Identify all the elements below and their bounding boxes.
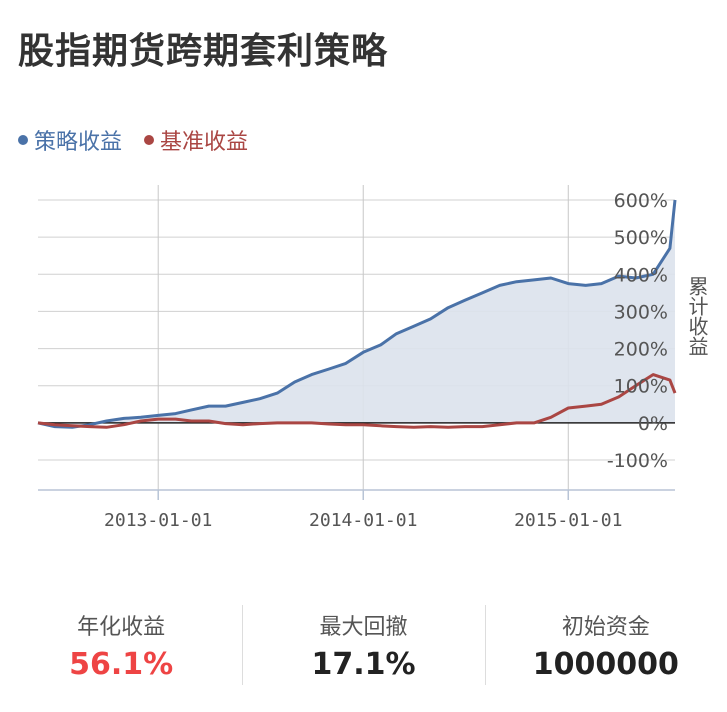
stat-max-drawdown: 最大回撤 17.1%: [242, 605, 484, 685]
stat-value: 56.1%: [69, 647, 174, 682]
x-tick-label: 2013-01-01: [104, 510, 212, 531]
chart-area: 600% 500% 400% 300% 200% 100% 0% -100% 累计收益 2013-…: [37, 185, 709, 531]
x-tick-label: 2014-01-01: [309, 510, 417, 531]
y-tick-label: 500%: [614, 227, 668, 249]
stat-value: 1000000: [532, 647, 679, 682]
stat-initial-capital: 初始资金 1000000: [484, 605, 727, 685]
y-tick-label: 200%: [614, 339, 668, 361]
strategy-area-fill: [38, 200, 675, 428]
stat-annual-return: 年化收益 56.1%: [0, 605, 242, 685]
stat-value: 17.1%: [311, 647, 416, 682]
stat-label: 年化收益: [77, 615, 166, 640]
stats-panel: 年化收益 56.1% 最大回撤 17.1% 初始资金 1000000: [0, 605, 727, 685]
stat-label: 初始资金: [561, 615, 650, 640]
y-tick-label: 600%: [614, 190, 668, 212]
y-tick-label: 400%: [614, 264, 668, 286]
stat-label: 最大回撤: [319, 615, 408, 640]
y-tick-label: -100%: [607, 450, 668, 472]
y-tick-label: 300%: [614, 301, 668, 323]
y-tick-label: 100%: [614, 376, 668, 398]
y-axis-title: 累计收益: [685, 276, 709, 356]
y-tick-label: 0%: [638, 413, 668, 435]
x-tick-label: 2015-01-01: [514, 510, 622, 531]
